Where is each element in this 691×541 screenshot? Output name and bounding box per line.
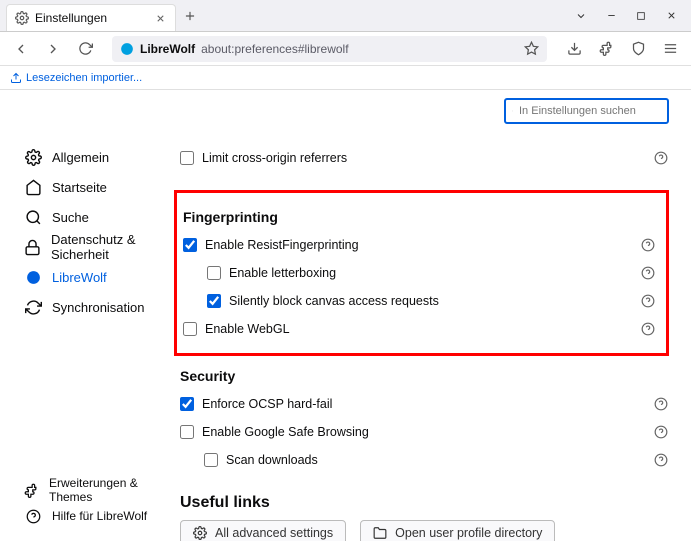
sidebar-item-librewolf[interactable]: LibreWolf bbox=[20, 262, 160, 292]
help-icon[interactable] bbox=[640, 237, 656, 253]
help-icon[interactable] bbox=[653, 452, 669, 468]
forward-button[interactable] bbox=[40, 36, 66, 62]
search-icon bbox=[512, 105, 513, 117]
tab-title: Einstellungen bbox=[35, 11, 147, 25]
gear-icon bbox=[15, 11, 29, 25]
sidebar-item-sync[interactable]: Synchronisation bbox=[20, 292, 160, 322]
folder-icon bbox=[373, 526, 387, 540]
help-icon[interactable] bbox=[640, 293, 656, 309]
bookmarks-bar: Lesezeichen importier... bbox=[0, 66, 691, 90]
sidebar-item-label: Erweiterungen & Themes bbox=[49, 476, 160, 504]
new-tab-button[interactable] bbox=[176, 0, 204, 31]
sidebar-item-home[interactable]: Startseite bbox=[20, 172, 160, 202]
extensions-button[interactable] bbox=[593, 36, 619, 62]
sidebar-item-label: Startseite bbox=[52, 180, 107, 195]
shield-icon[interactable] bbox=[625, 36, 651, 62]
gsb-checkbox[interactable]: Enable Google Safe Browsing bbox=[180, 425, 369, 439]
useful-links-title: Useful links bbox=[180, 494, 669, 512]
help-icon[interactable] bbox=[640, 265, 656, 281]
settings-search[interactable] bbox=[504, 98, 669, 124]
bookmark-star-icon[interactable] bbox=[524, 41, 539, 56]
sidebar-item-label: Hilfe für LibreWolf bbox=[52, 509, 147, 523]
open-profile-button[interactable]: Open user profile directory bbox=[360, 520, 555, 541]
button-label: Open user profile directory bbox=[395, 526, 542, 540]
fingerprinting-title: Fingerprinting bbox=[183, 209, 656, 225]
help-icon bbox=[24, 507, 42, 525]
resist-fingerprinting-checkbox[interactable]: Enable ResistFingerprinting bbox=[183, 238, 359, 252]
sidebar-item-help[interactable]: Hilfe für LibreWolf bbox=[20, 503, 160, 529]
url-path: about:preferences#librewolf bbox=[201, 42, 348, 56]
block-canvas-checkbox[interactable]: Silently block canvas access requests bbox=[207, 294, 439, 308]
puzzle-icon bbox=[24, 481, 39, 499]
librewolf-icon bbox=[24, 268, 42, 286]
sync-icon bbox=[24, 298, 42, 316]
content-area: Allgemein Startseite Suche Datenschutz &… bbox=[0, 90, 691, 541]
sidebar-item-label: Datenschutz & Sicherheit bbox=[51, 232, 160, 262]
security-title: Security bbox=[180, 368, 669, 384]
site-name: LibreWolf bbox=[140, 42, 195, 56]
home-icon bbox=[24, 178, 42, 196]
app-menu-button[interactable] bbox=[657, 36, 683, 62]
sidebar-item-extensions[interactable]: Erweiterungen & Themes bbox=[20, 477, 160, 503]
settings-main: Limit cross-origin referrers Fingerprint… bbox=[160, 90, 691, 541]
gear-icon bbox=[193, 526, 207, 540]
close-icon[interactable] bbox=[153, 11, 167, 25]
sidebar-item-label: Allgemein bbox=[52, 150, 109, 165]
help-icon[interactable] bbox=[640, 321, 656, 337]
sidebar-item-privacy[interactable]: Datenschutz & Sicherheit bbox=[20, 232, 160, 262]
import-bookmarks-label: Lesezeichen importier... bbox=[26, 72, 142, 84]
site-identity-icon[interactable] bbox=[120, 42, 134, 56]
window-controls bbox=[561, 0, 691, 31]
help-icon[interactable] bbox=[653, 424, 669, 440]
url-bar[interactable]: LibreWolf about:preferences#librewolf bbox=[112, 36, 547, 62]
titlebar: Einstellungen bbox=[0, 0, 691, 32]
search-icon bbox=[24, 208, 42, 226]
sidebar-item-label: Synchronisation bbox=[52, 300, 145, 315]
sidebar-item-search[interactable]: Suche bbox=[20, 202, 160, 232]
sidebar-item-general[interactable]: Allgemein bbox=[20, 142, 160, 172]
sidebar-item-label: LibreWolf bbox=[52, 270, 107, 285]
scan-downloads-checkbox[interactable]: Scan downloads bbox=[204, 453, 318, 467]
import-bookmarks-button[interactable]: Lesezeichen importier... bbox=[10, 72, 142, 84]
sidebar-item-label: Suche bbox=[52, 210, 89, 225]
minimize-button[interactable] bbox=[603, 8, 619, 24]
search-input[interactable] bbox=[519, 105, 661, 117]
settings-sidebar: Allgemein Startseite Suche Datenschutz &… bbox=[0, 90, 160, 541]
gear-icon bbox=[24, 148, 42, 166]
limit-referrers-checkbox[interactable]: Limit cross-origin referrers bbox=[180, 151, 347, 165]
fingerprinting-highlight: Fingerprinting Enable ResistFingerprinti… bbox=[174, 190, 669, 356]
lock-icon bbox=[24, 238, 41, 256]
downloads-button[interactable] bbox=[561, 36, 587, 62]
reload-button[interactable] bbox=[72, 36, 98, 62]
close-window-button[interactable] bbox=[663, 8, 679, 24]
webgl-checkbox[interactable]: Enable WebGL bbox=[183, 322, 290, 336]
browser-tab[interactable]: Einstellungen bbox=[6, 4, 176, 31]
letterboxing-checkbox[interactable]: Enable letterboxing bbox=[207, 266, 336, 280]
help-icon[interactable] bbox=[653, 150, 669, 166]
button-label: All advanced settings bbox=[215, 526, 333, 540]
chevron-down-icon[interactable] bbox=[573, 8, 589, 24]
ocsp-checkbox[interactable]: Enforce OCSP hard-fail bbox=[180, 397, 332, 411]
back-button[interactable] bbox=[8, 36, 34, 62]
nav-toolbar: LibreWolf about:preferences#librewolf bbox=[0, 32, 691, 66]
advanced-settings-button[interactable]: All advanced settings bbox=[180, 520, 346, 541]
help-icon[interactable] bbox=[653, 396, 669, 412]
maximize-button[interactable] bbox=[633, 8, 649, 24]
